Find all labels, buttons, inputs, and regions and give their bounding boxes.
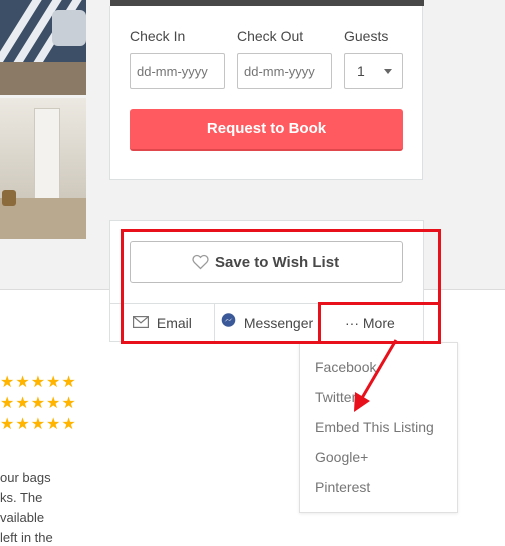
- description-text: vailable: [0, 510, 45, 525]
- check-out-input[interactable]: [237, 53, 332, 89]
- check-in-input[interactable]: [130, 53, 225, 89]
- chevron-down-icon: [384, 69, 392, 74]
- guests-value: 1: [357, 63, 365, 79]
- review-rating-stars: ★★★★★: [0, 416, 77, 433]
- check-out-label: Check Out: [237, 28, 304, 44]
- menu-item-google-plus[interactable]: Google+: [315, 449, 368, 465]
- description-text: our bags: [0, 470, 51, 485]
- menu-item-embed-listing[interactable]: Embed This Listing: [315, 419, 434, 435]
- description-text: ks. The: [0, 490, 43, 505]
- annotation-arrow-icon: [354, 339, 398, 412]
- request-to-book-button[interactable]: Request to Book: [130, 109, 403, 151]
- listing-photo-bedroom[interactable]: [0, 0, 86, 95]
- description-text: left in the: [0, 530, 53, 545]
- guests-select[interactable]: 1: [344, 53, 403, 89]
- menu-item-pinterest[interactable]: Pinterest: [315, 479, 370, 495]
- check-in-label: Check In: [130, 28, 186, 44]
- review-rating-stars: ★★★★★: [0, 395, 77, 412]
- guests-label: Guests: [344, 28, 389, 44]
- listing-photo-hallway[interactable]: photos: [0, 98, 86, 239]
- review-rating-stars: ★★★★★: [0, 374, 77, 391]
